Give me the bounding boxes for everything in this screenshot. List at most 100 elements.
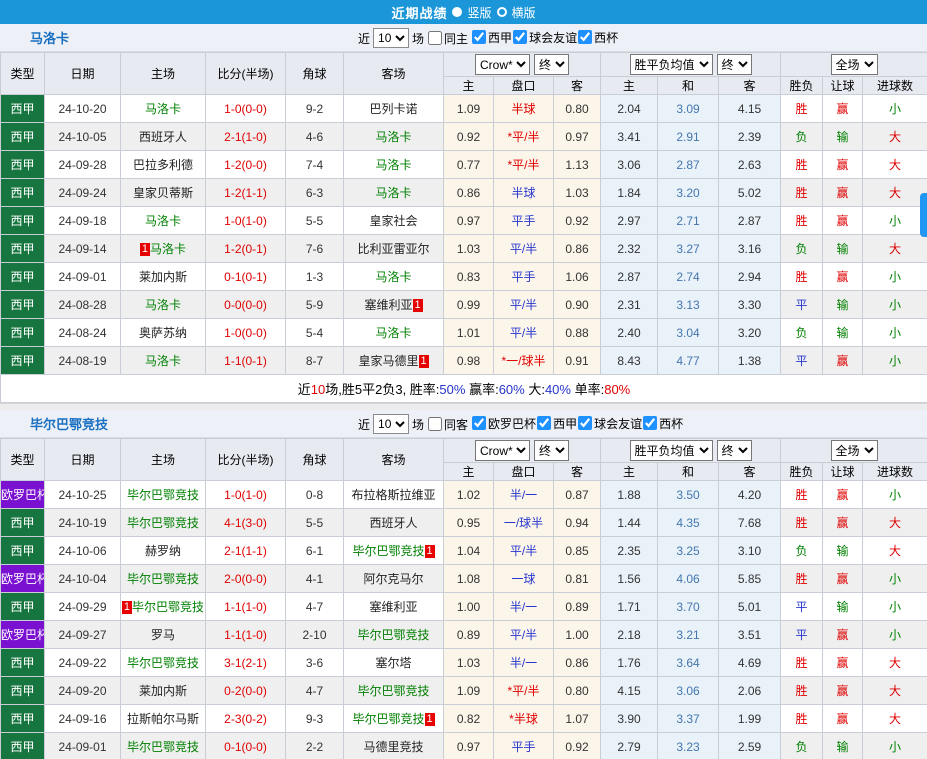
away-team-link[interactable]: 塞维利亚 [369,600,417,614]
away-team-link[interactable]: 阿尔克马尔 [363,572,423,586]
home-team-link[interactable]: 毕尔巴鄂竞技 [127,740,199,754]
home-team-link[interactable]: 马洛卡 [145,102,181,116]
home-team-link[interactable]: 皇家贝蒂斯 [133,186,193,200]
horizontal-layout-radio[interactable] [496,7,507,17]
home-team-link[interactable]: 毕尔巴鄂竞技 [127,516,199,530]
corners-cell: 4-7 [285,592,344,621]
odds-provider-select[interactable]: Crow* [475,440,530,461]
home-team-link[interactable]: 赫罗纳 [145,544,181,558]
horizontal-layout-label[interactable]: 横版 [512,4,536,21]
away-team-cell: 皇家马德里 1 [343,346,444,375]
home-team-link[interactable]: 马洛卡 [150,242,186,256]
corners-cell: 8-7 [285,346,344,375]
avg-draw: 2.71 [657,206,719,235]
avg-select[interactable]: 胜平负均值 [629,440,713,461]
avg-home: 3.90 [600,704,658,733]
avg-away: 5.02 [717,178,782,207]
date-cell: 24-08-28 [44,290,121,319]
away-team-link[interactable]: 马洛卡 [375,270,411,284]
team-name: 毕尔巴鄂竞技 [30,417,109,432]
home-team-link[interactable]: 莱加内斯 [139,684,187,698]
home-team-link[interactable]: 马洛卡 [145,298,181,312]
result-handicap: 赢 [822,346,864,375]
away-team-link[interactable]: 马德里竞技 [363,740,423,754]
away-team-link[interactable]: 毕尔巴鄂竞技 [357,628,429,642]
league-filter-checkbox[interactable] [537,416,552,431]
recent-count-select[interactable]: 10 [373,28,410,48]
odds-final-select[interactable]: 终 [534,440,569,461]
league-filter-checkbox[interactable] [578,30,593,45]
match-row: 西甲 24-09-14 1 马洛卡 1-2(0-1) 7-6 比利亚雷亚尔 1.03 平/半 0.… [0,234,927,263]
odds-provider-select[interactable]: Crow* [475,54,530,75]
side-scroll-indicator[interactable] [920,193,927,237]
avg-draw: 4.77 [657,346,719,375]
date-cell: 24-10-20 [44,94,121,123]
result-wdl: 负 [780,318,824,347]
away-team-link[interactable]: 布拉格斯拉维亚 [351,488,435,502]
odds-home: 1.09 [443,94,494,123]
league-filter-checkbox[interactable] [513,30,528,45]
away-team-link[interactable]: 毕尔巴鄂竞技 [357,684,429,698]
corners-cell: 4-7 [285,676,344,705]
home-team-link[interactable]: 莱加内斯 [139,270,187,284]
result-handicap: 输 [822,732,864,759]
handicap-cell: 平/半 [493,234,554,263]
result-wdl: 平 [780,592,824,621]
away-team-link[interactable]: 塞维利亚 [364,298,412,312]
away-team-link[interactable]: 毕尔巴鄂竞技 [352,712,424,726]
away-team-link[interactable]: 马洛卡 [375,158,411,172]
odds-final-select[interactable]: 终 [534,54,569,75]
match-row: 欧罗巴杯 24-09-27 罗马 1-1(1-0) 2-10 毕尔巴鄂竞技 0.89 平/半 1… [0,620,927,649]
away-team-link[interactable]: 巴列卡诺 [369,102,417,116]
avg-select[interactable]: 胜平负均值 [629,54,713,75]
score-cell: 1-0(0-0) [205,94,286,123]
home-team-link[interactable]: 毕尔巴鄂竞技 [127,656,199,670]
away-team-link[interactable]: 毕尔巴鄂竞技 [352,544,424,558]
avg-draw: 2.74 [657,262,719,291]
away-team-link[interactable]: 比利亚雷亚尔 [357,242,429,256]
vertical-layout-label[interactable]: 竖版 [467,4,491,21]
avg-final-select[interactable]: 终 [716,54,752,75]
vertical-layout-radio[interactable] [452,7,463,17]
away-team-link[interactable]: 皇家马德里 [358,354,418,368]
home-team-link[interactable]: 毕尔巴鄂竞技 [132,600,204,614]
recent-count-select[interactable]: 10 [373,414,410,434]
date-cell: 24-09-22 [44,648,121,677]
home-team-link[interactable]: 奥萨苏纳 [139,326,187,340]
avg-away: 4.20 [717,480,782,509]
home-team-link[interactable]: 马洛卡 [145,214,181,228]
league-filter-checkbox[interactable] [578,416,593,431]
fullmatch-select[interactable]: 全场 [830,54,878,75]
odds-away: 1.00 [553,620,601,649]
away-team-link[interactable]: 马洛卡 [375,326,411,340]
sub-result: 胜负 [780,462,824,481]
home-team-link[interactable]: 马洛卡 [145,354,181,368]
league-filter-checkbox[interactable] [472,30,487,45]
fullmatch-select[interactable]: 全场 [830,440,878,461]
same-venue-checkbox[interactable] [428,31,443,45]
home-team-link[interactable]: 巴拉多利德 [133,158,193,172]
home-team-link[interactable]: 毕尔巴鄂竞技 [127,488,199,502]
summary-segment: 10 [310,382,326,397]
avg-final-select[interactable]: 终 [716,440,752,461]
away-team-link[interactable]: 塞尔塔 [375,656,411,670]
red-card-badge: 1 [418,355,429,368]
home-team-link[interactable]: 西班牙人 [139,130,187,144]
result-wdl: 胜 [780,676,824,705]
avg-home: 2.04 [600,94,658,123]
home-team-link[interactable]: 毕尔巴鄂竞技 [127,572,199,586]
away-team-link[interactable]: 西班牙人 [369,516,417,530]
date-cell: 24-10-19 [44,508,121,537]
away-team-link[interactable]: 皇家社会 [369,214,417,228]
same-venue-checkbox[interactable] [428,417,443,431]
away-team-link[interactable]: 马洛卡 [375,130,411,144]
score-cell: 2-1(1-0) [205,122,286,151]
result-wdl: 负 [780,732,824,759]
away-team-link[interactable]: 马洛卡 [375,186,411,200]
home-team-link[interactable]: 罗马 [151,628,175,642]
league-filter-checkbox[interactable] [472,416,487,431]
league-filter-checkbox[interactable] [643,416,658,431]
league-cell: 西甲 [0,290,45,319]
avg-home: 4.15 [600,676,658,705]
home-team-link[interactable]: 拉斯帕尔马斯 [127,712,199,726]
